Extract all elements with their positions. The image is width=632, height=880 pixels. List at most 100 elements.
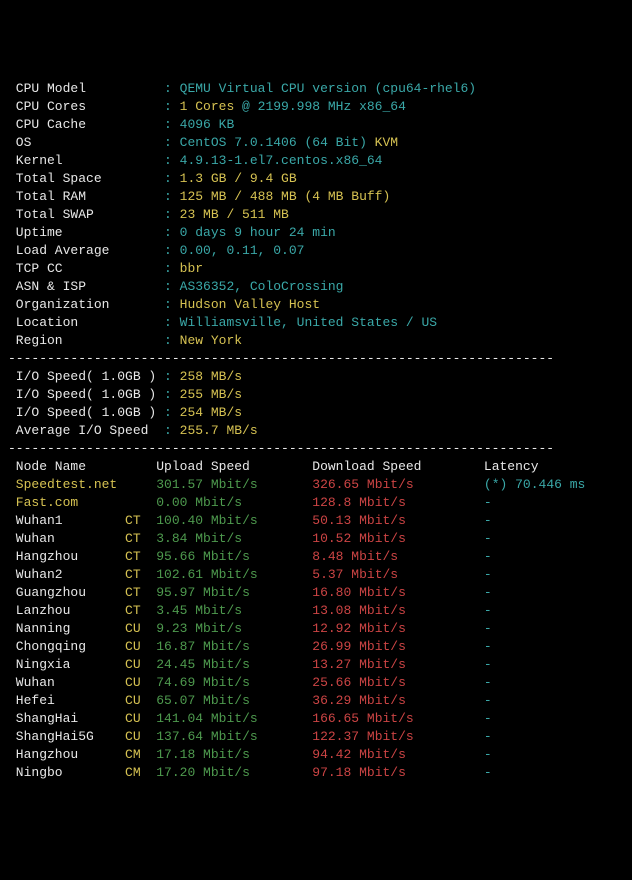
speed-download: 26.99 Mbit/s <box>312 639 484 654</box>
sysinfo-label: Region <box>8 333 164 348</box>
colon: : <box>164 81 180 96</box>
sysinfo-value: 1 Cores <box>180 99 235 114</box>
speed-row: Nanning CU 9.23 Mbit/s 12.92 Mbit/s - <box>8 620 624 638</box>
speed-node: Speedtest.net <box>8 477 125 492</box>
speed-latency: - <box>484 765 492 780</box>
speed-latency: - <box>484 513 492 528</box>
sysinfo-label: OS <box>8 135 164 150</box>
speed-isp: CU <box>125 657 156 672</box>
io-value: 255.7 MB/s <box>180 423 258 438</box>
sysinfo-value: New York <box>180 333 242 348</box>
divider: ----------------------------------------… <box>8 350 624 368</box>
speed-latency: - <box>484 711 492 726</box>
speed-isp: CT <box>125 585 156 600</box>
speed-row: Ningxia CU 24.45 Mbit/s 13.27 Mbit/s - <box>8 656 624 674</box>
speed-row: Chongqing CU 16.87 Mbit/s 26.99 Mbit/s - <box>8 638 624 656</box>
sysinfo-value: CentOS 7.0.1406 (64 Bit) <box>180 135 367 150</box>
colon: : <box>164 117 180 132</box>
speed-isp: CU <box>125 675 156 690</box>
speed-row: Wuhan2 CT 102.61 Mbit/s 5.37 Mbit/s - <box>8 566 624 584</box>
speed-node: Ningbo <box>8 765 125 780</box>
speed-isp: CU <box>125 639 156 654</box>
speed-isp: CT <box>125 549 156 564</box>
speed-isp: CU <box>125 621 156 636</box>
colon: : <box>164 297 180 312</box>
speed-download: 50.13 Mbit/s <box>312 513 484 528</box>
speed-row: ShangHai CU 141.04 Mbit/s 166.65 Mbit/s … <box>8 710 624 728</box>
speed-node: Lanzhou <box>8 603 125 618</box>
sysinfo-value: 23 MB / 511 MB <box>180 207 289 222</box>
speed-row: Guangzhou CT 95.97 Mbit/s 16.80 Mbit/s - <box>8 584 624 602</box>
speed-row: Fast.com 0.00 Mbit/s 128.8 Mbit/s - <box>8 494 624 512</box>
sysinfo-row: CPU Model : QEMU Virtual CPU version (cp… <box>8 80 624 98</box>
sysinfo-row: ASN & ISP : AS36352, ColoCrossing <box>8 278 624 296</box>
speed-isp: CU <box>125 693 156 708</box>
header-latency: Latency <box>484 459 539 474</box>
io-value: 255 MB/s <box>180 387 242 402</box>
speed-upload: 137.64 Mbit/s <box>156 729 312 744</box>
colon: : <box>164 171 180 186</box>
speed-isp: CT <box>125 603 156 618</box>
sysinfo-value: Hudson Valley Host <box>180 297 320 312</box>
sysinfo-row: CPU Cache : 4096 KB <box>8 116 624 134</box>
sysinfo-suffix: KVM <box>367 135 398 150</box>
colon: : <box>164 99 180 114</box>
speed-upload: 3.45 Mbit/s <box>156 603 312 618</box>
speed-node: Guangzhou <box>8 585 125 600</box>
speed-row: Wuhan1 CT 100.40 Mbit/s 50.13 Mbit/s - <box>8 512 624 530</box>
speed-download: 8.48 Mbit/s <box>312 549 484 564</box>
speed-isp: CU <box>125 729 156 744</box>
speed-latency: - <box>484 531 492 546</box>
speed-latency: - <box>484 603 492 618</box>
sysinfo-value: 4.9.13-1.el7.centos.x86_64 <box>180 153 383 168</box>
sysinfo-label: Uptime <box>8 225 164 240</box>
colon: : <box>164 261 180 276</box>
speed-latency: - <box>484 639 492 654</box>
speed-upload: 16.87 Mbit/s <box>156 639 312 654</box>
sysinfo-value: Williamsville, United States / US <box>180 315 437 330</box>
sysinfo-row: Kernel : 4.9.13-1.el7.centos.x86_64 <box>8 152 624 170</box>
colon: : <box>164 279 180 294</box>
io-row: I/O Speed( 1.0GB ) : 255 MB/s <box>8 386 624 404</box>
speed-node: Chongqing <box>8 639 125 654</box>
speed-row: Lanzhou CT 3.45 Mbit/s 13.08 Mbit/s - <box>8 602 624 620</box>
divider-line: ----------------------------------------… <box>8 441 554 456</box>
sysinfo-row: Location : Williamsville, United States … <box>8 314 624 332</box>
speed-upload: 74.69 Mbit/s <box>156 675 312 690</box>
sysinfo-value: 0 days 9 hour 24 min <box>180 225 336 240</box>
speed-upload: 95.66 Mbit/s <box>156 549 312 564</box>
speed-node: Nanning <box>8 621 125 636</box>
speed-upload: 17.18 Mbit/s <box>156 747 312 762</box>
sysinfo-row: TCP CC : bbr <box>8 260 624 278</box>
sysinfo-label: Total RAM <box>8 189 164 204</box>
speed-node: Fast.com <box>8 495 125 510</box>
colon: : <box>164 405 180 420</box>
sysinfo-suffix: @ 2199.998 MHz x86_64 <box>234 99 406 114</box>
speed-row: Ningbo CM 17.20 Mbit/s 97.18 Mbit/s - <box>8 764 624 782</box>
io-label: Average I/O Speed <box>8 423 164 438</box>
speed-node: Wuhan <box>8 675 125 690</box>
io-row: I/O Speed( 1.0GB ) : 254 MB/s <box>8 404 624 422</box>
io-label: I/O Speed( 1.0GB ) <box>8 369 164 384</box>
speed-row: Hangzhou CT 95.66 Mbit/s 8.48 Mbit/s - <box>8 548 624 566</box>
sysinfo-row: Total Space : 1.3 GB / 9.4 GB <box>8 170 624 188</box>
colon: : <box>164 135 180 150</box>
speed-download: 128.8 Mbit/s <box>312 495 484 510</box>
speed-row: Speedtest.net 301.57 Mbit/s 326.65 Mbit/… <box>8 476 624 494</box>
speed-download: 94.42 Mbit/s <box>312 747 484 762</box>
io-row: I/O Speed( 1.0GB ) : 258 MB/s <box>8 368 624 386</box>
speed-download: 25.66 Mbit/s <box>312 675 484 690</box>
speed-node: Hefei <box>8 693 125 708</box>
sysinfo-value: bbr <box>180 261 203 276</box>
speed-row: Wuhan CT 3.84 Mbit/s 10.52 Mbit/s - <box>8 530 624 548</box>
speed-download: 10.52 Mbit/s <box>312 531 484 546</box>
header-download: Download Speed <box>312 459 484 474</box>
speed-download: 36.29 Mbit/s <box>312 693 484 708</box>
sysinfo-label: Organization <box>8 297 164 312</box>
speed-download: 97.18 Mbit/s <box>312 765 484 780</box>
io-value: 258 MB/s <box>180 369 242 384</box>
speed-download: 13.08 Mbit/s <box>312 603 484 618</box>
colon: : <box>164 153 180 168</box>
speed-latency: - <box>484 729 492 744</box>
sysinfo-row: OS : CentOS 7.0.1406 (64 Bit) KVM <box>8 134 624 152</box>
